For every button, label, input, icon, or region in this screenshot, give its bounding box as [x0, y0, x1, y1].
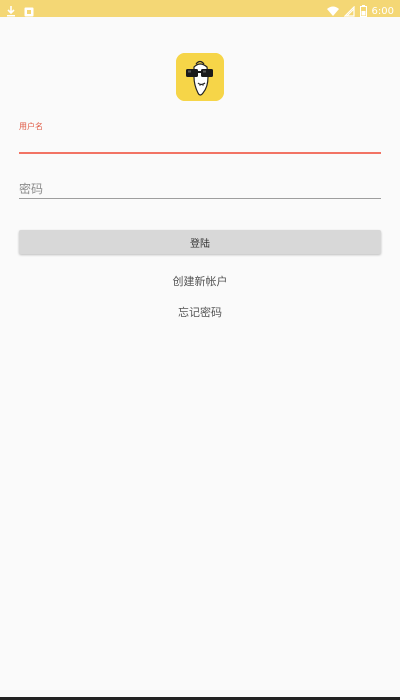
- status-bar: 6:00: [0, 0, 400, 17]
- username-input[interactable]: [19, 134, 381, 152]
- username-underline: [19, 152, 381, 154]
- app-logo-icon: [176, 53, 224, 101]
- signal-icon: [343, 2, 355, 21]
- notification-app-icon: [24, 2, 34, 21]
- status-time: 6:00: [371, 6, 394, 17]
- status-left-icons: [6, 2, 34, 21]
- login-button[interactable]: 登陆: [19, 230, 381, 254]
- forgot-password-link[interactable]: 忘记密码: [0, 304, 400, 320]
- battery-icon: [359, 2, 367, 21]
- username-label: 用户名: [19, 122, 43, 131]
- wifi-icon: [326, 2, 339, 21]
- download-icon: [6, 2, 16, 21]
- password-input[interactable]: [19, 180, 381, 198]
- status-right-icons: 6:00: [326, 2, 394, 21]
- password-underline: [19, 198, 381, 199]
- create-account-link[interactable]: 创建新帐户: [0, 273, 400, 289]
